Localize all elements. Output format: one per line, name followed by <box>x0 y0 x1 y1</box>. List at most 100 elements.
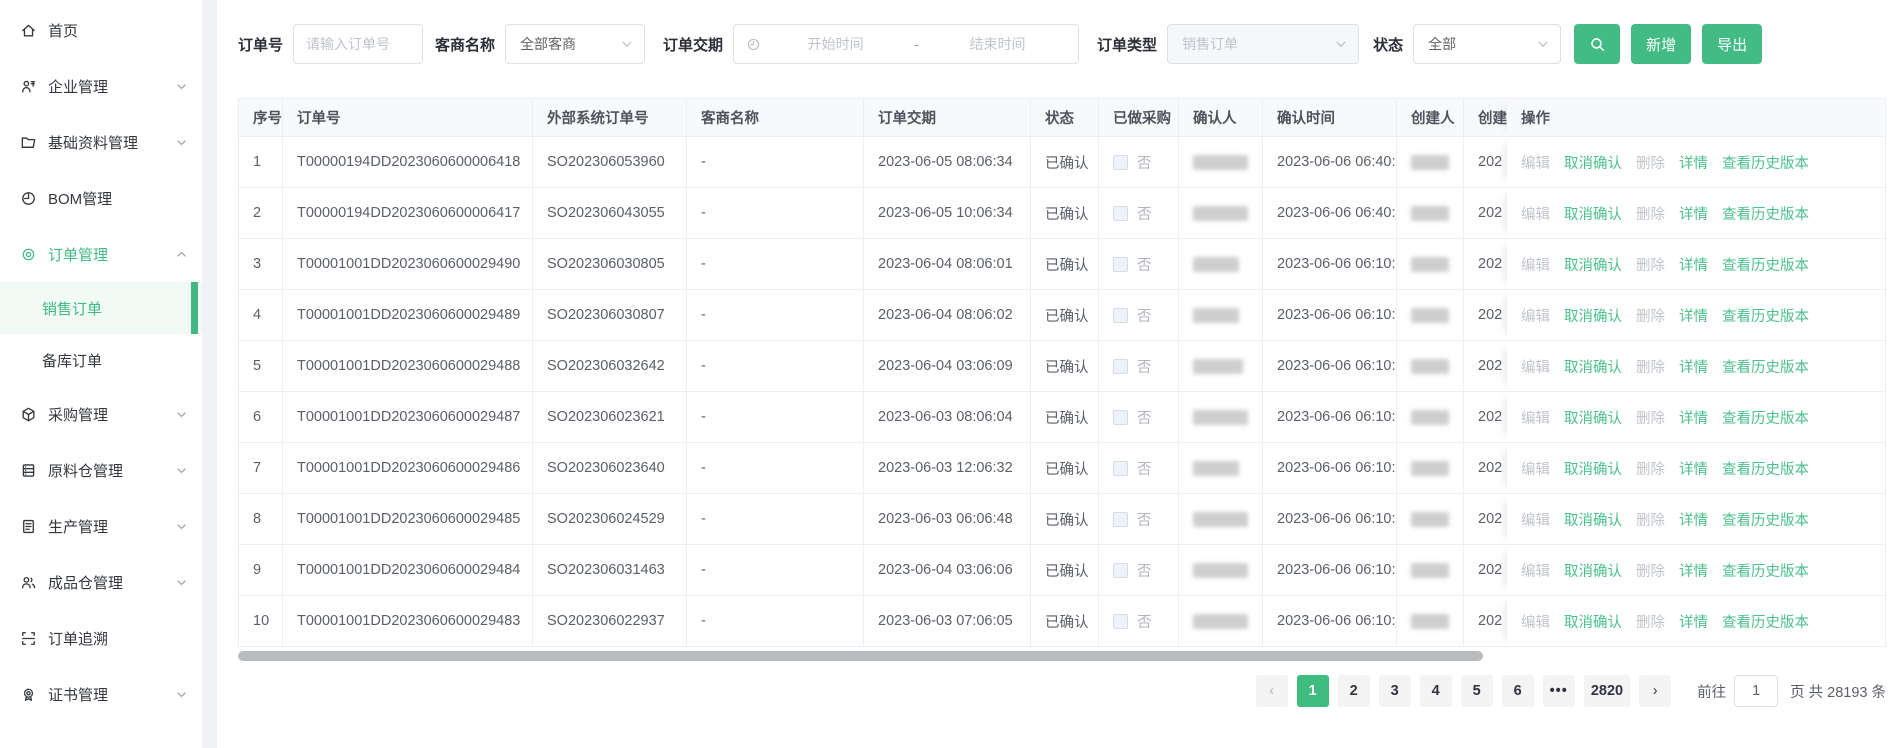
prev-page-button[interactable]: ‹ <box>1256 675 1288 707</box>
purchased-checkbox[interactable] <box>1113 308 1128 323</box>
sidebar-item-production-mgmt[interactable]: 生产管理 <box>0 498 202 554</box>
cancel-confirm-link[interactable]: 取消确认 <box>1564 356 1622 377</box>
cancel-confirm-link[interactable]: 取消确认 <box>1564 305 1622 326</box>
history-link[interactable]: 查看历史版本 <box>1722 152 1809 173</box>
history-link[interactable]: 查看历史版本 <box>1722 509 1809 530</box>
detail-link[interactable]: 详情 <box>1679 305 1708 326</box>
delete-link[interactable]: 删除 <box>1636 305 1665 326</box>
cancel-confirm-link[interactable]: 取消确认 <box>1564 152 1622 173</box>
detail-link[interactable]: 详情 <box>1679 611 1708 632</box>
start-time-placeholder[interactable]: 开始时间 <box>767 34 904 54</box>
cell-customer: - <box>687 443 864 493</box>
cancel-confirm-link[interactable]: 取消确认 <box>1564 458 1622 479</box>
history-link[interactable]: 查看历史版本 <box>1722 254 1809 275</box>
cancel-confirm-link[interactable]: 取消确认 <box>1564 560 1622 581</box>
edit-link[interactable]: 编辑 <box>1521 203 1550 224</box>
purchased-checkbox[interactable] <box>1113 512 1128 527</box>
page-button-5[interactable]: 5 <box>1461 675 1493 707</box>
detail-link[interactable]: 详情 <box>1679 509 1708 530</box>
delete-link[interactable]: 删除 <box>1636 152 1665 173</box>
page-button-3[interactable]: 3 <box>1379 675 1411 707</box>
sidebar-subitem-sales-order[interactable]: 销售订单 <box>0 282 202 334</box>
more-pages-button[interactable]: ••• <box>1543 675 1575 707</box>
delete-link[interactable]: 删除 <box>1636 560 1665 581</box>
edit-link[interactable]: 编辑 <box>1521 152 1550 173</box>
purchased-checkbox[interactable] <box>1113 563 1128 578</box>
horizontal-scrollbar[interactable] <box>238 651 1886 661</box>
scrollbar-thumb[interactable] <box>238 651 1483 661</box>
page-button-2[interactable]: 2 <box>1338 675 1370 707</box>
history-link[interactable]: 查看历史版本 <box>1722 611 1809 632</box>
detail-link[interactable]: 详情 <box>1679 560 1708 581</box>
search-button[interactable] <box>1574 24 1620 64</box>
page-button-2820[interactable]: 2820 <box>1584 675 1630 707</box>
cancel-confirm-link[interactable]: 取消确认 <box>1564 203 1622 224</box>
delete-link[interactable]: 删除 <box>1636 407 1665 428</box>
purchased-checkbox[interactable] <box>1113 155 1128 170</box>
status-select[interactable]: 全部 <box>1413 24 1561 64</box>
page-button-6[interactable]: 6 <box>1502 675 1534 707</box>
cancel-confirm-link[interactable]: 取消确认 <box>1564 611 1622 632</box>
sidebar-item-bom[interactable]: BOM管理 <box>0 170 202 226</box>
edit-link[interactable]: 编辑 <box>1521 356 1550 377</box>
sidebar-item-home[interactable]: 首页 <box>0 2 202 58</box>
sidebar-item-purchase-mgmt[interactable]: 采购管理 <box>0 386 202 442</box>
delete-link[interactable]: 删除 <box>1636 611 1665 632</box>
delete-link[interactable]: 删除 <box>1636 356 1665 377</box>
sidebar-item-raw-warehouse[interactable]: 原料仓管理 <box>0 442 202 498</box>
sidebar-item-certificate-mgmt[interactable]: 证书管理 <box>0 666 202 722</box>
cancel-confirm-link[interactable]: 取消确认 <box>1564 509 1622 530</box>
edit-link[interactable]: 编辑 <box>1521 509 1550 530</box>
add-button[interactable]: 新增 <box>1631 24 1691 64</box>
history-link[interactable]: 查看历史版本 <box>1722 203 1809 224</box>
goto-page-input[interactable] <box>1734 675 1778 707</box>
cell-confirm-user <box>1179 545 1263 595</box>
sidebar-item-finished-warehouse[interactable]: 成品仓管理 <box>0 554 202 610</box>
edit-link[interactable]: 编辑 <box>1521 305 1550 326</box>
end-time-placeholder[interactable]: 结束时间 <box>929 34 1066 54</box>
delete-link[interactable]: 删除 <box>1636 509 1665 530</box>
history-link[interactable]: 查看历史版本 <box>1722 560 1809 581</box>
customer-select[interactable]: 全部客商 <box>505 24 645 64</box>
sidebar-item-order-trace[interactable]: 订单追溯 <box>0 610 202 666</box>
purchased-checkbox[interactable] <box>1113 206 1128 221</box>
sidebar-item-basic-data[interactable]: 基础资料管理 <box>0 114 202 170</box>
edit-link[interactable]: 编辑 <box>1521 254 1550 275</box>
detail-link[interactable]: 详情 <box>1679 458 1708 479</box>
history-link[interactable]: 查看历史版本 <box>1722 458 1809 479</box>
next-page-button[interactable]: › <box>1639 675 1671 707</box>
cancel-confirm-link[interactable]: 取消确认 <box>1564 407 1622 428</box>
page-button-1[interactable]: 1 <box>1297 675 1329 707</box>
detail-link[interactable]: 详情 <box>1679 203 1708 224</box>
purchased-checkbox[interactable] <box>1113 410 1128 425</box>
purchased-checkbox[interactable] <box>1113 461 1128 476</box>
sidebar-item-order-mgmt[interactable]: 订单管理 <box>0 226 202 282</box>
history-link[interactable]: 查看历史版本 <box>1722 407 1809 428</box>
delete-link[interactable]: 删除 <box>1636 203 1665 224</box>
delivery-range-picker[interactable]: 开始时间 - 结束时间 <box>733 24 1079 64</box>
history-link[interactable]: 查看历史版本 <box>1722 356 1809 377</box>
edit-link[interactable]: 编辑 <box>1521 458 1550 479</box>
history-link[interactable]: 查看历史版本 <box>1722 305 1809 326</box>
cancel-confirm-link[interactable]: 取消确认 <box>1564 254 1622 275</box>
cell-actions: 编辑取消确认删除详情查看历史版本 <box>1507 494 1885 544</box>
delete-link[interactable]: 删除 <box>1636 458 1665 479</box>
detail-link[interactable]: 详情 <box>1679 407 1708 428</box>
detail-link[interactable]: 详情 <box>1679 356 1708 377</box>
page-button-4[interactable]: 4 <box>1420 675 1452 707</box>
edit-link[interactable]: 编辑 <box>1521 611 1550 632</box>
sidebar-item-enterprise[interactable]: 企业管理 <box>0 58 202 114</box>
delete-link[interactable]: 删除 <box>1636 254 1665 275</box>
edit-link[interactable]: 编辑 <box>1521 560 1550 581</box>
sidebar-subitem-stock-order[interactable]: 备库订单 <box>0 334 202 386</box>
order-no-input[interactable] <box>294 25 422 63</box>
detail-link[interactable]: 详情 <box>1679 152 1708 173</box>
cell-actions: 编辑取消确认删除详情查看历史版本 <box>1507 443 1885 493</box>
purchased-checkbox[interactable] <box>1113 359 1128 374</box>
purchased-checkbox[interactable] <box>1113 614 1128 629</box>
edit-link[interactable]: 编辑 <box>1521 407 1550 428</box>
detail-link[interactable]: 详情 <box>1679 254 1708 275</box>
cell-creator <box>1397 494 1464 544</box>
purchased-checkbox[interactable] <box>1113 257 1128 272</box>
export-button[interactable]: 导出 <box>1702 24 1762 64</box>
